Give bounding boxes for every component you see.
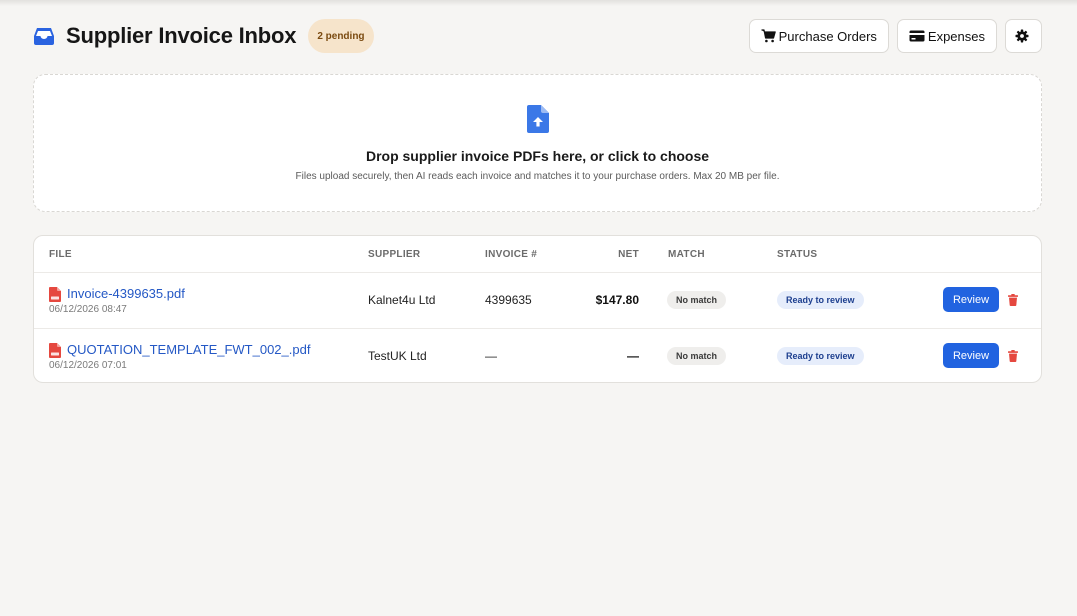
review-button[interactable]: Review <box>943 287 999 312</box>
expenses-label: Expenses <box>927 28 985 44</box>
status-badge: Ready to review <box>777 291 864 309</box>
file-upload-date: 06/12/2026 08:47 <box>49 304 127 315</box>
invoice-table: FILE SUPPLIER INVOICE # NET MATCH STATUS… <box>33 235 1042 383</box>
dropzone-title: Drop supplier invoice PDFs here, or clic… <box>365 148 710 164</box>
page-title: Supplier Invoice Inbox <box>66 23 297 48</box>
column-header-supplier[interactable]: SUPPLIER <box>368 249 420 260</box>
column-header-match[interactable]: MATCH <box>668 249 705 260</box>
expenses-button[interactable]: Expenses <box>896 19 997 53</box>
pending-count-badge: 2 pending <box>308 19 374 53</box>
column-header-net[interactable]: NET <box>618 249 639 260</box>
purchase-orders-button[interactable]: Purchase Orders <box>748 19 889 53</box>
trash-icon[interactable] <box>1008 349 1018 367</box>
dropzone-subtitle: Files upload securely, then AI reads eac… <box>295 171 780 182</box>
review-button[interactable]: Review <box>943 343 999 368</box>
trash-icon[interactable] <box>1008 293 1018 311</box>
file-upload-date: 06/12/2026 07:01 <box>49 360 127 371</box>
credit-card-icon <box>909 30 925 42</box>
top-shadow <box>0 0 1077 6</box>
column-header-file[interactable]: FILE <box>49 249 72 260</box>
invoice-number-cell: — <box>485 349 497 363</box>
net-amount-cell: — <box>627 349 639 363</box>
match-badge: No match <box>667 347 727 365</box>
table-row: QUOTATION_TEMPLATE_FWT_002_.pdf 06/12/20… <box>34 328 1041 382</box>
file-name-link[interactable]: Invoice-4399635.pdf <box>67 286 185 301</box>
supplier-cell: Kalnet4u Ltd <box>368 293 436 307</box>
table-row: Invoice-4399635.pdf 06/12/2026 08:47 Kal… <box>34 273 1041 328</box>
supplier-cell: TestUK Ltd <box>368 349 427 363</box>
cart-icon <box>761 29 776 43</box>
column-header-status[interactable]: STATUS <box>777 249 817 260</box>
page-header: Supplier Invoice Inbox 2 pending Purchas… <box>33 18 1042 54</box>
settings-button[interactable] <box>1005 19 1042 53</box>
column-header-invoice[interactable]: INVOICE # <box>485 249 537 260</box>
file-upload-icon <box>527 105 549 138</box>
invoice-number-cell: 4399635 <box>485 293 532 307</box>
table-header: FILE SUPPLIER INVOICE # NET MATCH STATUS <box>34 236 1041 273</box>
invoice-dropzone[interactable]: Drop supplier invoice PDFs here, or clic… <box>33 74 1042 212</box>
file-name-link[interactable]: QUOTATION_TEMPLATE_FWT_002_.pdf <box>67 342 310 357</box>
purchase-orders-label: Purchase Orders <box>778 28 877 44</box>
inbox-tray-icon <box>33 25 55 47</box>
header-actions: Purchase Orders Expenses <box>748 19 1042 53</box>
gear-icon <box>1015 29 1029 43</box>
net-amount-cell: $147.80 <box>595 293 639 307</box>
match-badge: No match <box>667 291 727 309</box>
status-badge: Ready to review <box>777 347 864 365</box>
